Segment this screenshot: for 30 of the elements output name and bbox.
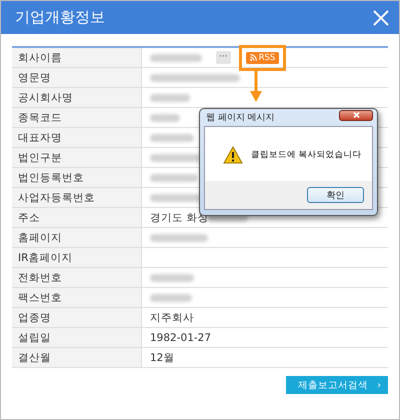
field-label: 회사이름: [12, 48, 142, 67]
field-label: 홈페이지: [12, 228, 142, 247]
dialog-message: 클립보드에 복사되었습니다: [251, 149, 362, 161]
field-label: 영문명: [12, 68, 142, 87]
rss-icon: [250, 54, 257, 61]
field-label: 법인등록번호: [12, 168, 142, 187]
field-label: IR홈페이지: [12, 248, 142, 267]
close-icon[interactable]: [373, 10, 389, 26]
field-label: 대표자명: [12, 128, 142, 147]
field-label: 주소: [12, 208, 142, 227]
more-button[interactable]: ···: [216, 51, 231, 64]
close-icon: [352, 112, 360, 118]
field-label: 결산월: [12, 348, 142, 367]
field-label: 사업자등록번호: [12, 188, 142, 207]
field-label: 전화번호: [12, 268, 142, 287]
field-label: 업종명: [12, 308, 142, 327]
arrow: [250, 71, 262, 102]
field-value: 12월: [150, 350, 174, 364]
dialog-title: 웹 페이지 메시지: [205, 112, 275, 124]
window-title: 기업개황정보: [15, 8, 105, 27]
field-value: 지주회사: [150, 310, 194, 324]
field-label: 공시회사명: [12, 88, 142, 107]
field-label: 팩스번호: [12, 288, 142, 307]
ok-button[interactable]: 확인: [307, 187, 364, 203]
field-label: 종목코드: [12, 108, 142, 127]
field-label: 법인구분: [12, 148, 142, 167]
close-button[interactable]: [339, 110, 373, 120]
field-value: 1982-01-27: [150, 332, 212, 344]
field-label: 설립일: [12, 328, 142, 347]
warning-icon: [223, 146, 243, 164]
